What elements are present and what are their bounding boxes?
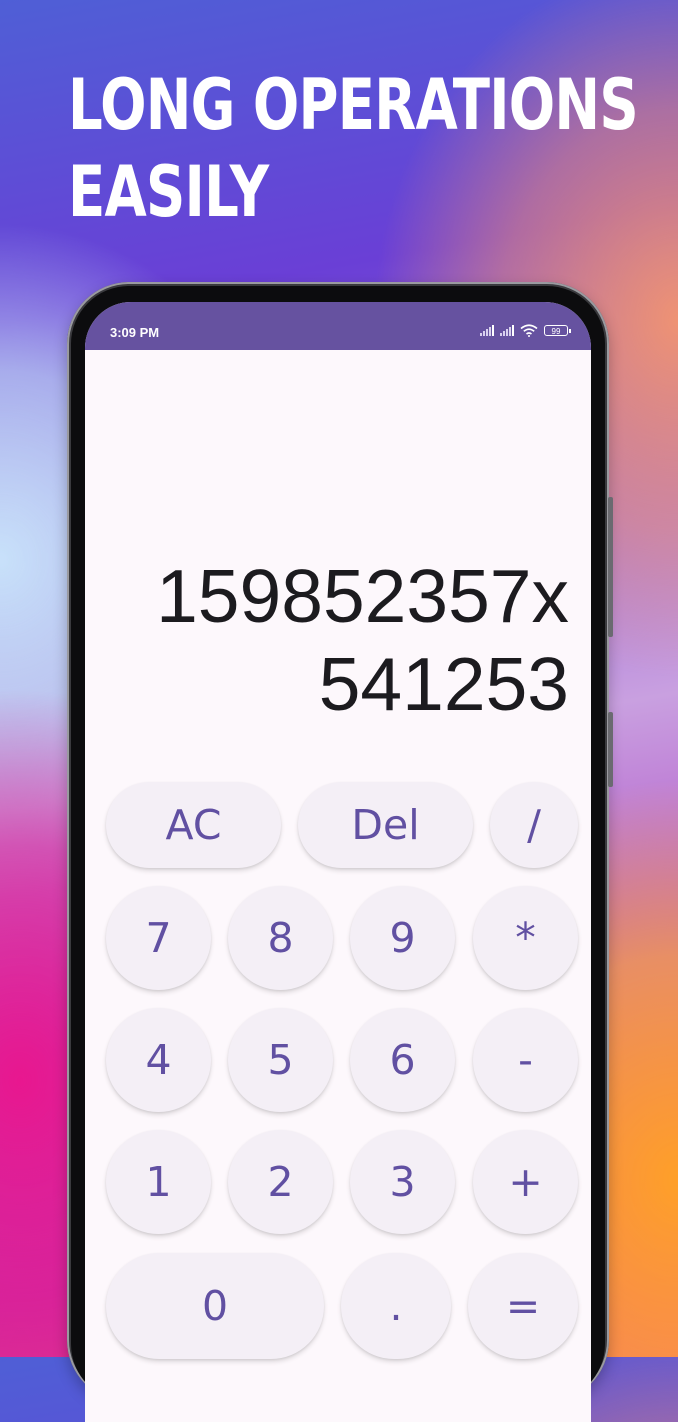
digit-7-button[interactable]: 7 (106, 886, 211, 990)
digit-9-button[interactable]: 9 (350, 886, 455, 990)
delete-button[interactable]: Del (298, 782, 473, 868)
digit-5-button[interactable]: 5 (228, 1008, 333, 1112)
digit-2-button[interactable]: 2 (228, 1130, 333, 1234)
divide-button[interactable]: / (490, 782, 578, 868)
digit-0-button[interactable]: 0 (106, 1253, 324, 1359)
signal-icon-2 (500, 325, 514, 336)
digit-3-button[interactable]: 3 (350, 1130, 455, 1234)
equals-button[interactable]: = (468, 1253, 578, 1359)
minus-button[interactable]: - (473, 1008, 578, 1112)
volume-button (608, 497, 613, 637)
expression-line-1: 159852357x (156, 554, 569, 638)
calculator-screen: 3:09 PM 99 159852357x 541253 AC Del / 7 … (85, 302, 591, 1422)
phone-bezel: 3:09 PM 99 159852357x 541253 AC Del / 7 … (71, 286, 605, 1422)
promo-headline: Long operations easily (68, 62, 639, 236)
battery-icon: 99 (544, 325, 571, 336)
ac-button[interactable]: AC (106, 782, 281, 868)
status-icons: 99 (480, 324, 571, 337)
decimal-point-button[interactable]: . (341, 1253, 451, 1359)
multiply-button[interactable]: * (473, 886, 578, 990)
headline-line-2: easily (68, 151, 269, 233)
digit-1-button[interactable]: 1 (106, 1130, 211, 1234)
headline-line-1: Long operations (68, 64, 639, 146)
calculator-display: 159852357x 541253 (85, 552, 569, 728)
status-bar: 3:09 PM 99 (85, 302, 591, 350)
phone-frame: 3:09 PM 99 159852357x 541253 AC Del / 7 … (67, 282, 613, 1422)
digit-4-button[interactable]: 4 (106, 1008, 211, 1112)
plus-button[interactable]: + (473, 1130, 578, 1234)
digit-6-button[interactable]: 6 (350, 1008, 455, 1112)
signal-icon (480, 325, 494, 336)
expression-line-2: 541253 (318, 642, 569, 726)
power-button (608, 712, 613, 787)
wifi-icon (520, 324, 538, 337)
status-time: 3:09 PM (110, 325, 160, 340)
digit-8-button[interactable]: 8 (228, 886, 333, 990)
